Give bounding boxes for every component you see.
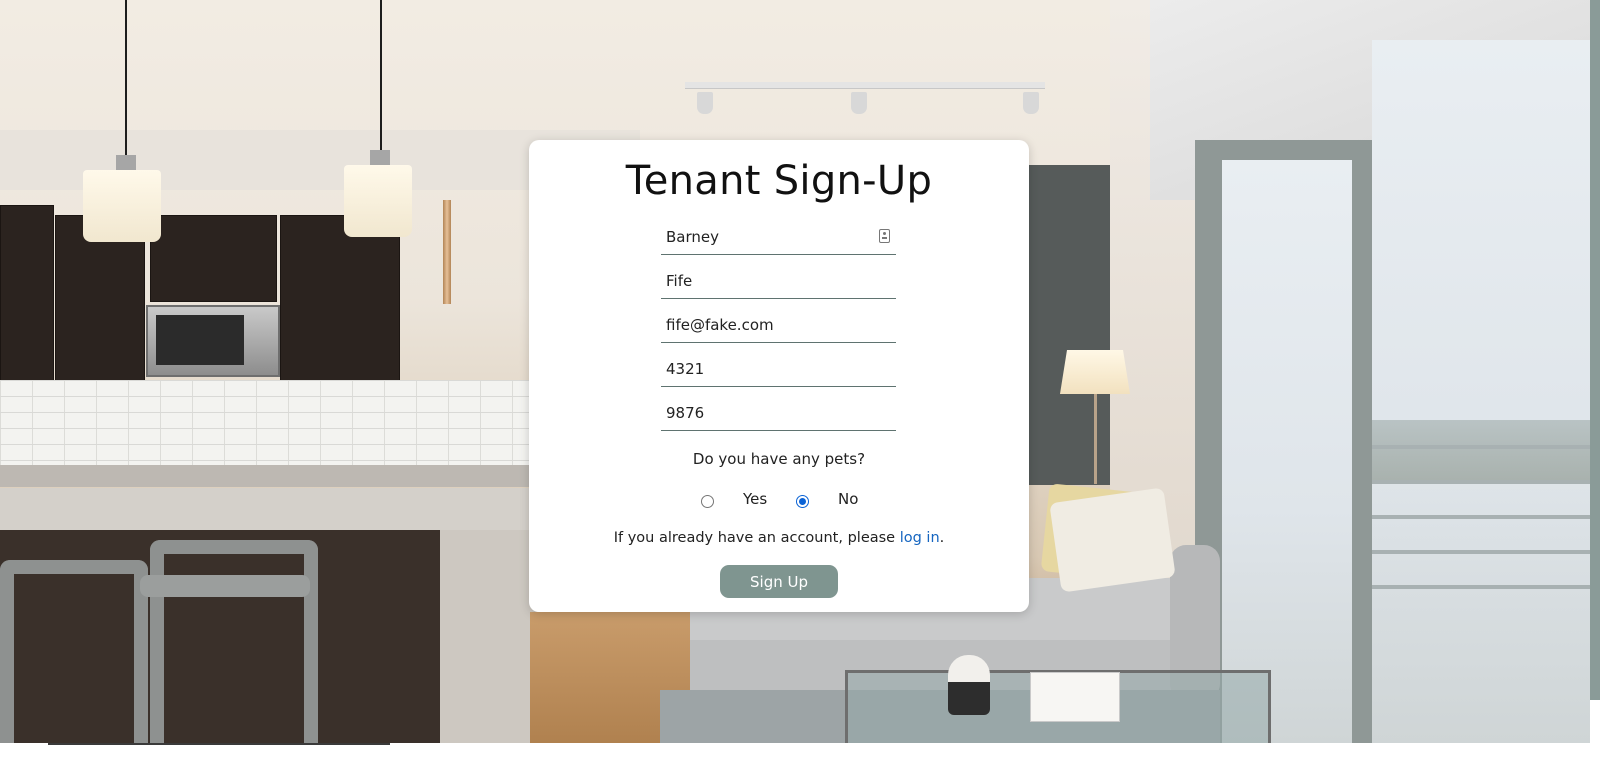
track-light-rail [685,82,1045,89]
login-prompt-end: . [939,530,945,546]
vase [948,655,990,715]
sign-up-button[interactable]: Sign Up [720,565,838,598]
city-view [1372,420,1590,480]
page-bottom [0,743,1600,758]
pets-question: Do you have any pets? [692,450,866,468]
first-name-input[interactable] [661,222,896,252]
signup-card: Tenant Sign-Up Do you have any pets? Yes… [529,140,1029,612]
pendant-cord [380,0,382,150]
page-title: Tenant Sign-Up [625,158,933,204]
field-5-input[interactable] [661,398,896,428]
pets-no-radio[interactable] [796,495,809,508]
decor-box [1030,672,1120,722]
contact-card-icon[interactable] [879,229,890,243]
window-glass [1372,40,1590,743]
pets-yes-radio[interactable] [701,495,714,508]
window-glass [1222,160,1352,743]
microwave [146,305,280,377]
stool-seat [140,575,310,597]
email-field[interactable] [661,310,896,343]
pendant-cord [125,0,127,155]
accent-wall [1028,165,1110,485]
track-light [1023,92,1039,114]
login-link[interactable]: log in [900,530,940,546]
first-name-field[interactable] [661,222,896,255]
last-name-input[interactable] [661,266,896,296]
pendant-lamp-thin [443,200,451,304]
throw-pillow [1049,487,1176,593]
backsplash [0,380,540,465]
kitchen-cabinet [0,205,54,392]
login-prompt: If you already have an account, please l… [529,530,1029,546]
track-light [851,92,867,114]
pets-radio-group: Yes No [529,490,1029,514]
floor-lamp-pole [1094,394,1097,484]
password-field[interactable] [661,354,896,387]
track-light [697,92,713,114]
confirm-field[interactable] [661,398,896,431]
login-prompt-text: If you already have an account, please [613,530,900,546]
last-name-field[interactable] [661,266,896,299]
pets-yes-label[interactable]: Yes [743,490,767,508]
island-top [0,488,545,530]
field-4-input[interactable] [661,354,896,384]
bar-stool [150,540,318,743]
pendant-lamp [344,165,412,237]
counter [0,465,540,487]
scrollbar-track [48,743,390,745]
pendant-lamp [83,170,161,242]
page-edge [1590,0,1600,700]
island-side [440,530,540,743]
kitchen-cabinet [150,215,277,302]
kitchen-cabinet [280,215,400,392]
email-input[interactable] [661,310,896,340]
floor-lamp-shade [1060,350,1130,394]
bar-stool [0,560,148,743]
pets-no-label[interactable]: No [838,490,858,508]
